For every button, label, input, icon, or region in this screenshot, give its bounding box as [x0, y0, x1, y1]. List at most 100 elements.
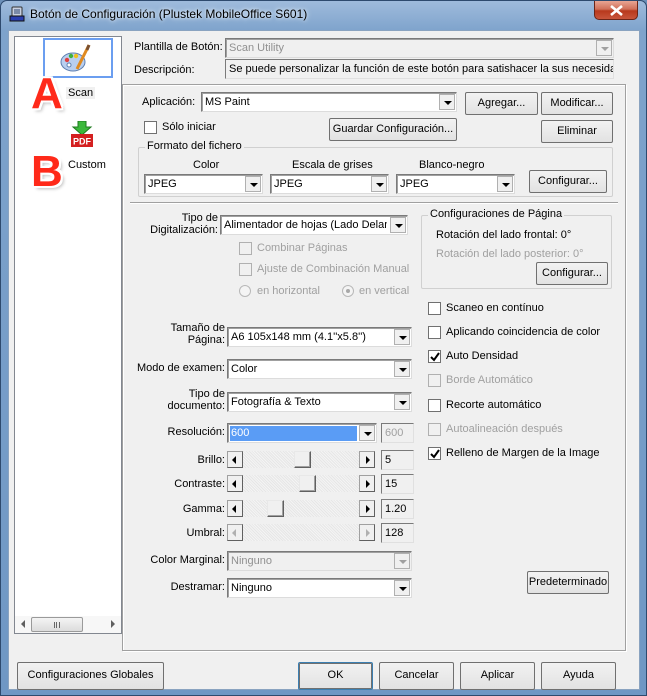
application-combo[interactable]: MS Paint [201, 92, 457, 112]
chevron-down-icon[interactable] [371, 176, 387, 192]
gray-format-label: Escala de grises [292, 159, 373, 171]
bw-format-combo[interactable]: JPEG [396, 174, 515, 194]
slider-right-arrow-icon[interactable] [359, 524, 375, 541]
title-bar[interactable]: Botón de Configuración (Plustek MobileOf… [1, 1, 646, 27]
contrast-slider[interactable] [227, 475, 375, 492]
brightness-slider-thumb[interactable] [294, 451, 312, 468]
scan-type-label-line1: Tipo de [181, 212, 218, 224]
chevron-down-icon[interactable] [359, 425, 375, 441]
cancel-button[interactable]: Cancelar [379, 662, 454, 690]
gamma-value[interactable]: 1.20 [381, 499, 414, 519]
threshold-value[interactable]: 128 [381, 523, 414, 543]
modify-application-button[interactable]: Modificar... [541, 92, 613, 115]
bw-format-label: Blanco-negro [419, 159, 485, 171]
add-application-button[interactable]: Agregar... [465, 92, 538, 115]
window-title: Botón de Configuración (Plustek MobileOf… [30, 7, 308, 21]
close-x-icon [610, 5, 623, 16]
gamma-label: Gamma: [182, 503, 225, 515]
slider-left-arrow-icon[interactable] [227, 524, 243, 541]
close-button[interactable] [594, 1, 638, 20]
gray-format-combo[interactable]: JPEG [270, 174, 389, 194]
ok-button[interactable]: OK [298, 662, 373, 690]
grip-icon [54, 622, 60, 628]
slider-left-arrow-icon[interactable] [227, 451, 243, 468]
template-label: Plantilla de Botón: [134, 41, 223, 53]
description-field: Se puede personalizar la función de este… [225, 59, 614, 79]
chevron-down-icon[interactable] [394, 553, 410, 569]
option-checkbox[interactable] [428, 374, 441, 387]
option-checkbox[interactable] [428, 447, 441, 460]
button-list: Scan A PDF Custom B [14, 36, 122, 634]
scrollbar-thumb[interactable] [31, 617, 83, 632]
threshold-slider[interactable] [227, 524, 375, 541]
help-button[interactable]: Ayuda [541, 662, 616, 690]
gamma-slider-thumb[interactable] [266, 500, 284, 517]
configure-format-button[interactable]: Configurar... [529, 170, 607, 193]
contrast-value[interactable]: 15 [381, 474, 414, 494]
delete-application-button[interactable]: Eliminar [541, 120, 613, 143]
option-checkbox[interactable] [428, 423, 441, 436]
combine-pages-checkbox[interactable] [239, 242, 252, 255]
vertical-radio[interactable] [342, 285, 354, 297]
apply-button[interactable]: Aplicar [460, 662, 535, 690]
doc-type-combo[interactable]: Fotografía & Texto [227, 392, 412, 412]
gamma-slider[interactable] [227, 500, 375, 517]
option-checkbox[interactable] [428, 302, 441, 315]
svg-text:PDF: PDF [73, 137, 92, 147]
only-launch-checkbox[interactable] [144, 121, 157, 134]
chevron-down-icon[interactable] [394, 580, 410, 596]
configure-page-button[interactable]: Configurar... [536, 262, 608, 285]
color-format-combo[interactable]: JPEG [144, 174, 263, 194]
scan-mode-value: Color [231, 363, 258, 375]
marker-a: A [31, 69, 63, 118]
scanner-app-icon [9, 6, 25, 22]
slider-left-arrow-icon[interactable] [227, 500, 243, 517]
marker-b: B [31, 147, 63, 196]
scan-type-combo[interactable]: Alimentador de hojas (Lado Delante [220, 215, 408, 235]
scan-mode-combo[interactable]: Color [227, 359, 412, 379]
margin-color-combo[interactable]: Ninguno [227, 551, 412, 571]
doc-type-label-line2: documento: [167, 400, 225, 412]
global-settings-button[interactable]: Configuraciones Globales [17, 662, 164, 690]
chevron-down-icon[interactable] [596, 40, 612, 56]
save-configuration-button[interactable]: Guardar Configuración... [329, 118, 457, 141]
option-checkbox[interactable] [428, 326, 441, 339]
scroll-left-arrow-icon[interactable] [21, 620, 25, 628]
page-size-label-line1: Tamaño de [170, 322, 225, 334]
slider-right-arrow-icon[interactable] [359, 451, 375, 468]
resolution-readout: 600 [381, 423, 414, 443]
dialog-client-area: Scan A PDF Custom B Plantilla de Botón: … [8, 30, 640, 690]
resolution-label: Resolución: [167, 426, 225, 438]
descreen-value: Ninguno [231, 582, 272, 594]
brightness-slider[interactable] [227, 451, 375, 468]
divider [130, 202, 618, 204]
scan-type-label-line2: Digitalización: [150, 224, 218, 236]
template-combo[interactable]: Scan Utility [225, 38, 614, 58]
option-checkbox[interactable] [428, 399, 441, 412]
chevron-down-icon[interactable] [439, 94, 455, 110]
default-button[interactable]: Predeterminado [527, 571, 609, 594]
option-checkbox[interactable] [428, 350, 441, 363]
button-list-horizontal-scrollbar[interactable] [15, 616, 121, 633]
application-label: Aplicación: [142, 96, 196, 108]
horizontal-radio[interactable] [239, 285, 251, 297]
scroll-right-arrow-icon[interactable] [111, 620, 115, 628]
scan-type-value: Alimentador de hojas (Lado Delante [224, 219, 387, 231]
chevron-down-icon[interactable] [394, 361, 410, 377]
descreen-combo[interactable]: Ninguno [227, 578, 412, 598]
brightness-value[interactable]: 5 [381, 450, 414, 470]
slider-right-arrow-icon[interactable] [359, 475, 375, 492]
resolution-combo[interactable]: 600 [227, 423, 377, 443]
manual-combine-checkbox[interactable] [239, 263, 252, 276]
chevron-down-icon[interactable] [394, 329, 410, 345]
button-list-label-custom[interactable]: Custom [68, 159, 106, 171]
page-size-combo[interactable]: A6 105x148 mm (4.1''x5.8'') [227, 327, 412, 347]
chevron-down-icon[interactable] [394, 394, 410, 410]
slider-right-arrow-icon[interactable] [359, 500, 375, 517]
contrast-slider-thumb[interactable] [299, 475, 317, 492]
chevron-down-icon[interactable] [497, 176, 513, 192]
chevron-down-icon[interactable] [390, 217, 406, 233]
chevron-down-icon[interactable] [245, 176, 261, 192]
pdf-download-icon[interactable]: PDF [70, 120, 94, 152]
slider-left-arrow-icon[interactable] [227, 475, 243, 492]
